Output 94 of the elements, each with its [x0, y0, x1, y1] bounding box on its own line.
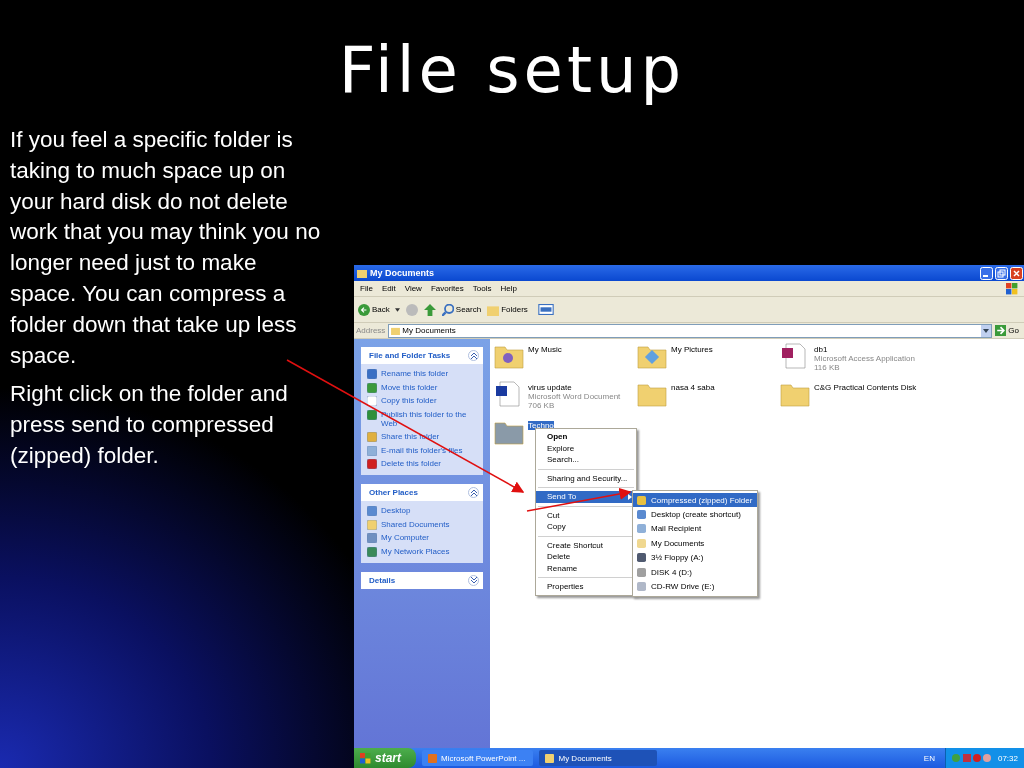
file-type: Microsoft Access Application [814, 354, 915, 363]
tray-icons[interactable] [951, 753, 992, 763]
address-label: Address [356, 326, 386, 335]
task-icon [367, 409, 377, 420]
menu-item[interactable]: Copy [536, 521, 636, 533]
file-name[interactable]: My Music [528, 345, 562, 354]
slide-title: File setup [337, 32, 687, 109]
file-name[interactable]: virus update [528, 383, 621, 392]
folder-icon [357, 268, 367, 278]
minimize-button[interactable] [980, 266, 993, 280]
task-icon [367, 519, 377, 530]
task-icon [367, 459, 377, 469]
task-link[interactable]: Delete this folder [381, 459, 442, 469]
taskbar-button[interactable]: Microsoft PowerPoint ... [422, 750, 534, 766]
file-name[interactable]: C&G Practical Contents Disk [814, 383, 917, 392]
file-name[interactable]: db1 [814, 345, 915, 354]
menu-item[interactable]: Edit [381, 284, 396, 293]
folder-icon[interactable] [637, 343, 667, 369]
go-arrow-icon [995, 325, 1007, 336]
taskbar-button[interactable]: My Documents [539, 750, 658, 766]
back-button[interactable]: Back [358, 303, 400, 316]
menu-item[interactable]: Favorites [430, 284, 464, 293]
back-arrow-icon [358, 303, 370, 316]
task-icon [367, 382, 377, 393]
start-button[interactable]: start [354, 748, 416, 768]
file-name[interactable]: My Pictures [671, 345, 713, 354]
menu-item[interactable]: 3½ Floppy (A:) [633, 550, 757, 565]
file-type: Microsoft Word Document [528, 392, 621, 401]
task-link[interactable]: Desktop [381, 506, 411, 516]
menu-item[interactable]: Help [500, 284, 517, 293]
language-indicator[interactable]: EN [923, 753, 935, 763]
window-title: My Documents [370, 268, 435, 278]
task-icon [367, 445, 377, 456]
task-icon [367, 546, 377, 557]
menu-item[interactable]: My Documents [633, 536, 757, 551]
close-button[interactable] [1010, 266, 1023, 280]
search-button[interactable]: Search [441, 303, 482, 316]
caret-icon [394, 307, 400, 312]
task-link[interactable]: Rename this folder [381, 369, 449, 379]
chevron-icon[interactable] [468, 487, 479, 498]
task-icon [367, 533, 377, 543]
windows-logo-icon [1006, 282, 1018, 295]
menu-item[interactable]: Sharing and Security... [536, 472, 636, 484]
folder-icon [487, 303, 500, 316]
folder-icon [391, 326, 401, 335]
menu-item[interactable]: Desktop (create shortcut) [633, 507, 757, 522]
task-icon [367, 432, 377, 442]
task-link[interactable]: Move this folder [381, 382, 438, 392]
menu-item[interactable]: Tools [472, 284, 492, 293]
search-icon [441, 303, 454, 316]
restore-button[interactable] [995, 266, 1008, 280]
menu-item[interactable]: Explore [536, 442, 636, 454]
task-icon [367, 506, 377, 516]
slide-paragraph: Right click on the folder and press send to compressed (zipped) folder. [10, 380, 289, 470]
task-icon [367, 396, 377, 406]
app-icon [428, 753, 437, 763]
task-icon [367, 369, 377, 379]
panel-header[interactable]: Details [361, 571, 483, 589]
task-link[interactable]: Shared Documents [381, 519, 450, 529]
file-name[interactable]: nasa 4 saba [671, 383, 715, 392]
task-link[interactable]: E-mail this folder's files [381, 445, 463, 455]
panel-header[interactable]: File and Folder Tasks [361, 347, 483, 364]
menu-item[interactable]: Search... [536, 454, 636, 466]
file-size: 706 KB [528, 401, 556, 410]
menu-item[interactable]: Rename [536, 562, 636, 574]
go-button[interactable]: Go [995, 325, 1022, 336]
chevron-icon[interactable] [468, 350, 479, 361]
folder-icon[interactable] [494, 419, 524, 445]
app-icon [545, 753, 555, 763]
menu-item[interactable]: Mail Recipient [633, 521, 757, 537]
file-size: 116 KB [814, 363, 841, 372]
menu-item[interactable]: Compressed (zipped) Folder [633, 493, 757, 508]
menu-item[interactable]: Create Shortcut [536, 539, 636, 551]
chevron-icon[interactable] [468, 574, 479, 586]
folders-button[interactable]: Folders [487, 303, 528, 316]
panel-header[interactable]: Other Places [361, 484, 483, 501]
menu-item[interactable]: View [404, 284, 422, 293]
clock: 07:32 [997, 753, 1018, 763]
task-link[interactable]: My Computer [381, 533, 429, 543]
menu-item[interactable]: DISK 4 (D:) [633, 564, 757, 580]
menu-item[interactable]: Cut [536, 509, 636, 521]
task-link[interactable]: My Network Places [381, 546, 450, 556]
menu-item[interactable]: CD-RW Drive (E:) [633, 579, 757, 594]
dropdown-caret-icon[interactable] [981, 324, 992, 337]
menu-item[interactable]: File [360, 284, 373, 293]
menu-item[interactable]: Properties [536, 581, 636, 593]
menu-item[interactable]: Open [536, 431, 636, 443]
task-link[interactable]: Copy this folder [381, 396, 437, 406]
address-field[interactable]: My Documents [388, 323, 993, 338]
windows-logo-icon [360, 752, 371, 764]
folder-icon[interactable] [494, 343, 524, 369]
menu-item[interactable]: Delete [536, 551, 636, 563]
views-icon[interactable] [537, 304, 554, 315]
slide-paragraph: If you feel a specific folder is taking to much space up on your hard disk do not delete work that you may think you no longer need just to make space. You can compress a folder down that take up less space. [10, 126, 322, 370]
